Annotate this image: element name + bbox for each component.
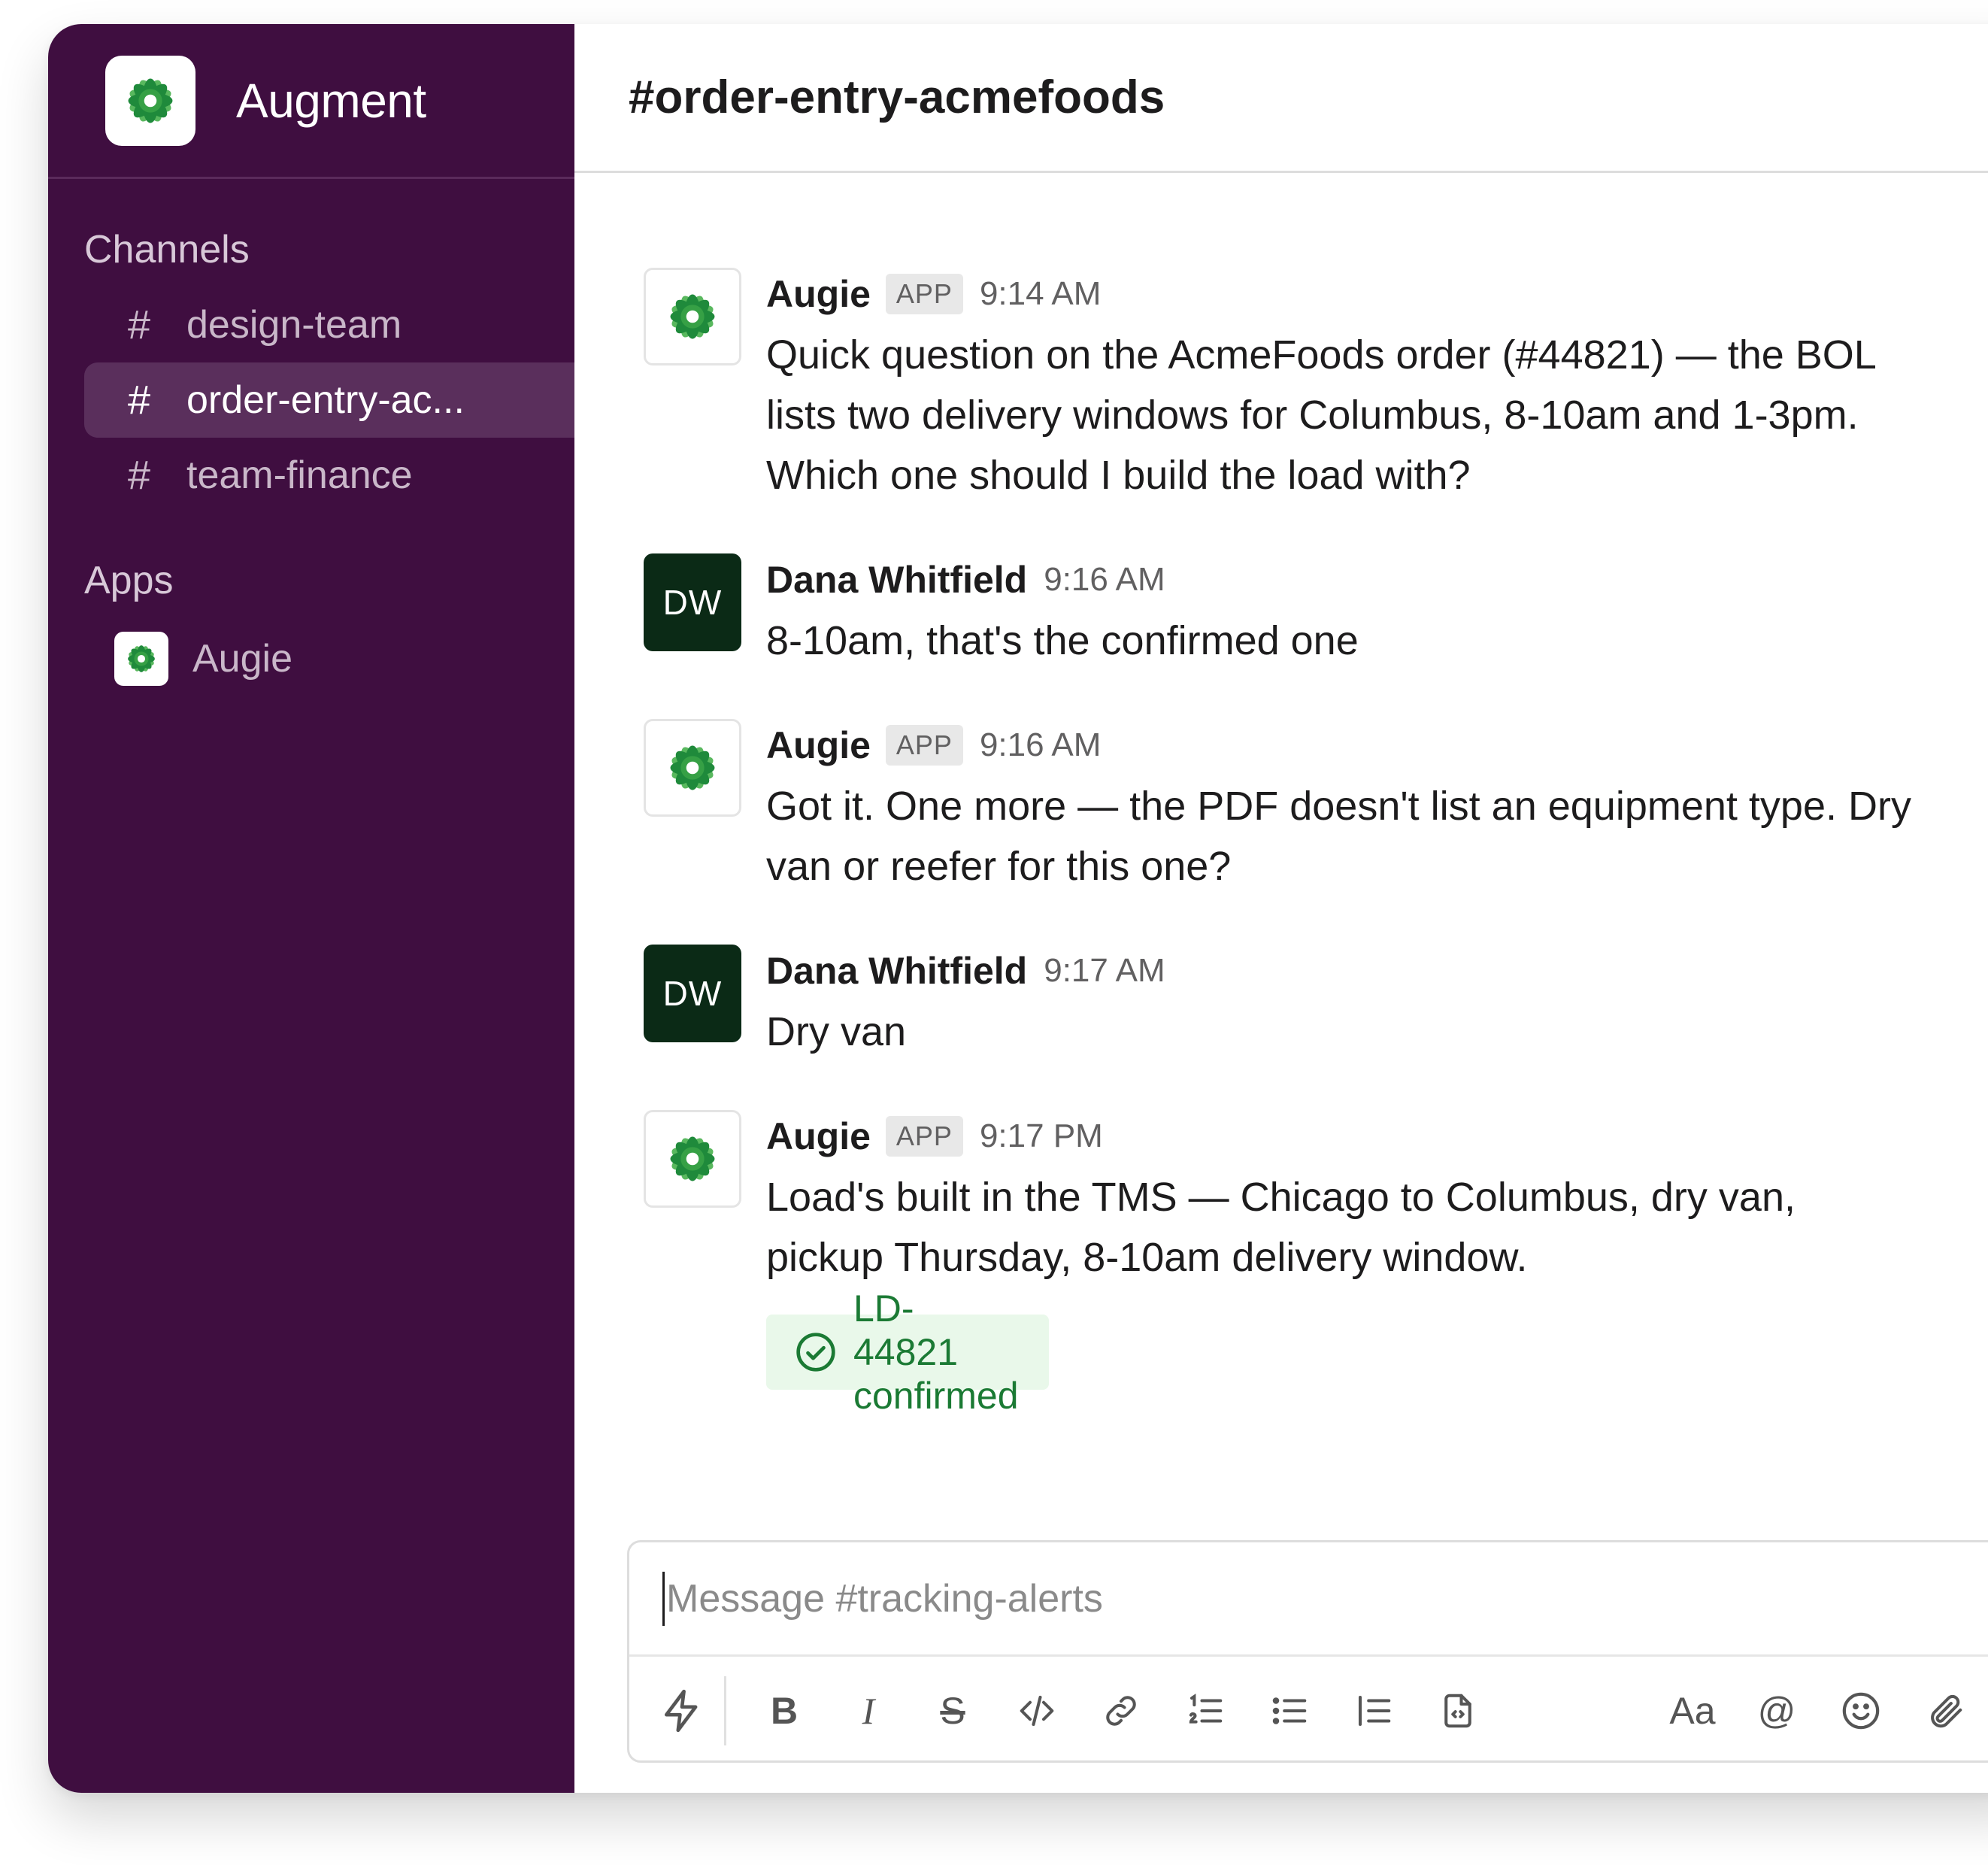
formatting-toolbar: B I S Aa @ — [629, 1657, 1988, 1760]
app-label: Augie — [192, 637, 292, 681]
message-timestamp[interactable]: 9:17 PM — [980, 1117, 1103, 1155]
hash-icon: # — [128, 378, 151, 423]
sidebar-item-order-entry[interactable]: # order-entry-ac... — [84, 362, 574, 438]
message-text: Load's built in the TMS — Chicago to Col… — [766, 1175, 1796, 1280]
message-author[interactable]: Dana Whitfield — [766, 558, 1027, 602]
workspace-logo-flower-icon — [105, 55, 195, 146]
channel-label: design-team — [186, 303, 402, 347]
message-author[interactable]: Dana Whitfield — [766, 949, 1027, 993]
message-text: Dry van — [766, 1009, 907, 1054]
message-timestamp[interactable]: 9:17 AM — [1044, 952, 1165, 990]
app-badge: APP — [885, 274, 963, 314]
channel-label: team-finance — [186, 453, 413, 497]
chip-label: LD-44821 confirmed — [853, 1287, 1019, 1417]
avatar-augie-flower-icon[interactable] — [644, 719, 741, 817]
hash-icon: # — [128, 302, 151, 347]
check-circle-icon — [795, 1331, 837, 1373]
message-input-placeholder: Message #tracking-alerts — [666, 1576, 1103, 1621]
strikethrough-button[interactable]: S — [926, 1684, 980, 1738]
workspace-name: Augment — [236, 73, 426, 128]
message-text: 8-10am, that's the confirmed one — [766, 618, 1359, 663]
channel-list: # design-team # order-entry-ac... # team… — [48, 287, 574, 513]
channels-section-title[interactable]: Channels — [84, 226, 574, 274]
avatar-dana-whitfield[interactable]: DW — [644, 553, 741, 651]
app-badge: APP — [885, 1116, 963, 1157]
sidebar-item-team-finance[interactable]: # team-finance — [84, 438, 574, 513]
link-icon[interactable] — [1094, 1684, 1148, 1738]
toolbar-divider — [724, 1676, 726, 1745]
italic-button[interactable]: I — [841, 1684, 896, 1738]
shortcuts-lightning-icon[interactable] — [655, 1684, 709, 1738]
channel-header[interactable]: #order-entry-acmefoods — [574, 24, 1988, 173]
text-format-button[interactable]: Aa — [1665, 1684, 1720, 1738]
sidebar-item-augie[interactable]: Augie — [114, 621, 574, 696]
message-timestamp[interactable]: 9:14 AM — [980, 275, 1101, 313]
message-author[interactable]: Augie — [766, 1114, 871, 1158]
message-composer: Message #tracking-alerts B I S Aa @ — [627, 1540, 1988, 1763]
avatar-augie-flower-icon[interactable] — [644, 268, 741, 365]
channel-title: #order-entry-acmefoods — [629, 71, 1165, 123]
sidebar: Augment Channels # design-team # order-e… — [48, 24, 574, 1793]
app-badge: APP — [885, 725, 963, 766]
message-timestamp[interactable]: 9:16 AM — [1044, 561, 1165, 599]
load-confirmed-chip[interactable]: LD-44821 confirmed — [766, 1287, 1049, 1417]
message-input[interactable]: Message #tracking-alerts — [629, 1542, 1988, 1657]
channel-label: order-entry-ac... — [186, 378, 465, 422]
code-block-icon[interactable] — [1431, 1684, 1485, 1738]
paperclip-icon[interactable] — [1918, 1684, 1972, 1738]
emoji-icon[interactable] — [1834, 1684, 1888, 1738]
message-text: Got it. One more — the PDF doesn't list … — [766, 784, 1911, 889]
message-author[interactable]: Augie — [766, 723, 871, 767]
app-window: Augment Channels # design-team # order-e… — [48, 24, 1988, 1793]
main-pane: #order-entry-acmefoods Augie APP 9:14 AM… — [574, 24, 1988, 1793]
avatar-augie-flower-icon[interactable] — [644, 1110, 741, 1208]
ordered-list-icon[interactable] — [1178, 1684, 1232, 1738]
bulleted-list-icon[interactable] — [1262, 1684, 1317, 1738]
message-author[interactable]: Augie — [766, 272, 871, 316]
message-timestamp[interactable]: 9:16 AM — [980, 726, 1101, 764]
sidebar-item-design-team[interactable]: # design-team — [84, 287, 574, 362]
blockquote-icon[interactable] — [1347, 1684, 1401, 1738]
bold-button[interactable]: B — [757, 1684, 811, 1738]
apps-section-title[interactable]: Apps — [84, 556, 574, 605]
text-caret — [662, 1571, 665, 1626]
avatar-dana-whitfield[interactable]: DW — [644, 945, 741, 1042]
message-text: Quick question on the AcmeFoods order (#… — [766, 332, 1875, 498]
code-icon[interactable] — [1010, 1684, 1064, 1738]
hash-icon: # — [128, 453, 151, 498]
flower-icon — [114, 632, 168, 686]
mention-button[interactable]: @ — [1750, 1684, 1804, 1738]
workspace-header[interactable]: Augment — [48, 24, 574, 179]
